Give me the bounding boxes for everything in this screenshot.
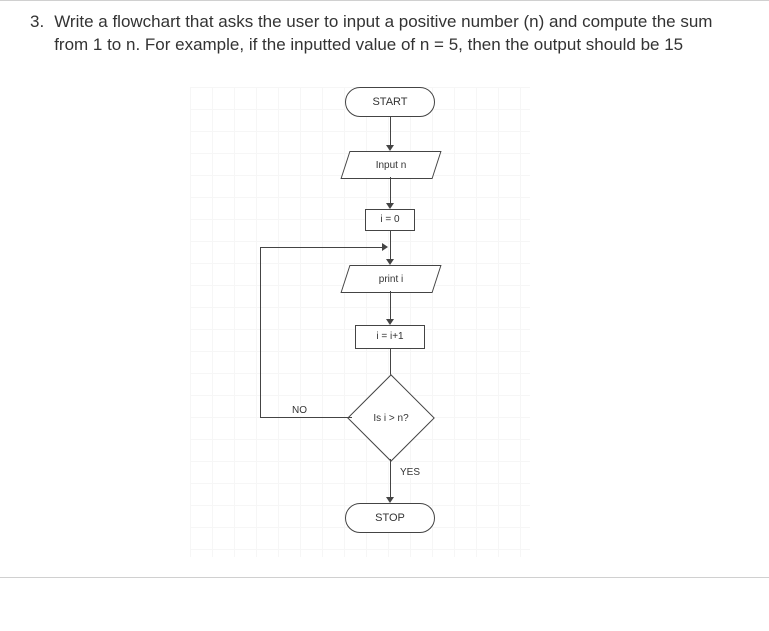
connector	[390, 177, 391, 205]
connector	[260, 247, 261, 417]
start-label: START	[372, 96, 407, 108]
arrow-icon	[386, 259, 394, 265]
start-node: START	[345, 87, 435, 117]
decision-label: Is i > n?	[351, 378, 431, 458]
arrow-icon	[386, 497, 394, 503]
connector	[260, 247, 384, 248]
connector	[390, 291, 391, 321]
input-node: Input n	[340, 151, 441, 179]
stop-node: STOP	[345, 503, 435, 533]
arrow-icon	[382, 243, 388, 251]
question-text: Write a flowchart that asks the user to …	[54, 11, 739, 57]
init-node: i = 0	[365, 209, 415, 231]
increment-node: i = i+1	[355, 325, 425, 349]
arrow-icon	[386, 145, 394, 151]
connector	[260, 417, 352, 418]
no-label: NO	[290, 405, 309, 416]
question-number: 3.	[30, 11, 44, 57]
flowchart: START Input n i = 0 print i i = i+1 Is i	[170, 87, 650, 567]
connector	[390, 231, 391, 261]
page: 3. Write a flowchart that asks the user …	[0, 0, 769, 578]
increment-label: i = i+1	[376, 331, 403, 342]
input-label: Input n	[346, 152, 436, 178]
decision-node: Is i > n?	[347, 374, 435, 462]
init-label: i = 0	[380, 214, 399, 225]
stop-label: STOP	[375, 512, 405, 524]
yes-label: YES	[398, 467, 422, 478]
question-block: 3. Write a flowchart that asks the user …	[30, 11, 739, 57]
print-node: print i	[340, 265, 441, 293]
connector	[390, 117, 391, 147]
connector	[390, 459, 391, 499]
print-label: print i	[346, 266, 436, 292]
